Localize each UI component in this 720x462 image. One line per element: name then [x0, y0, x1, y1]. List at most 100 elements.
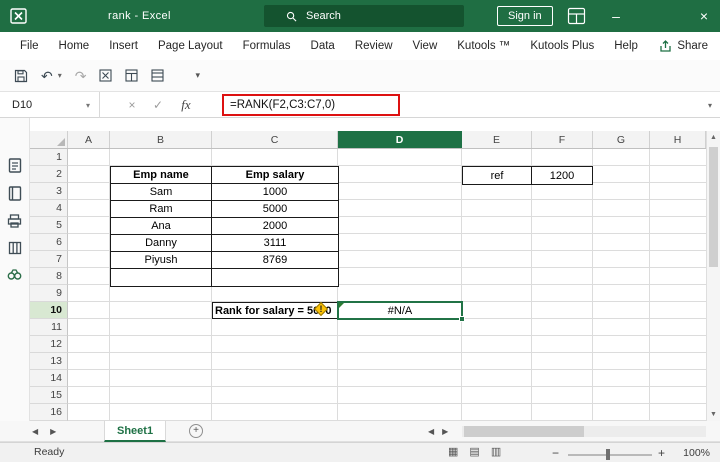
sign-in-button[interactable]: Sign in [497, 6, 553, 26]
redo-icon[interactable]: ↷ [75, 69, 87, 83]
sheet-tab-sheet1[interactable]: Sheet1 [104, 421, 167, 442]
cell-c8[interactable] [212, 269, 338, 286]
page-layout-view-icon[interactable]: ▤ [469, 445, 479, 458]
row-header[interactable]: 3 [30, 183, 68, 200]
column-header-g[interactable]: G [593, 131, 650, 148]
ribbon-tab[interactable]: Insert [99, 32, 148, 60]
scroll-up-icon[interactable]: ▲ [707, 134, 720, 141]
row-header[interactable]: 13 [30, 353, 68, 370]
save-icon[interactable] [14, 69, 28, 83]
column-header-e[interactable]: E [462, 131, 532, 148]
row-header[interactable]: 4 [30, 200, 68, 217]
cell-e2[interactable]: ref [463, 167, 532, 184]
error-checking-icon[interactable]: ! [313, 301, 329, 317]
qat-icon-c[interactable] [151, 69, 165, 82]
page-break-view-icon[interactable]: ▥ [491, 445, 501, 458]
hscroll-left-icon[interactable]: ◀ [428, 427, 434, 436]
column-header-b[interactable]: B [110, 131, 212, 148]
row-header[interactable]: 14 [30, 370, 68, 387]
cell-b8[interactable] [111, 269, 212, 286]
minimize-button[interactable]: – [600, 0, 632, 32]
cell-c4[interactable]: 5000 [212, 201, 338, 218]
ribbon-tab[interactable]: View [403, 32, 448, 60]
ribbon-tab[interactable]: File [10, 32, 49, 60]
vertical-scrollbar-thumb[interactable] [709, 147, 718, 267]
row-header[interactable]: 11 [30, 319, 68, 336]
column-header-d-selected[interactable]: D [338, 131, 462, 148]
name-box[interactable]: D10 [0, 92, 100, 118]
sheet-nav-right-icon[interactable]: ▶ [50, 427, 56, 436]
horizontal-scrollbar[interactable] [462, 426, 706, 437]
zoom-out-icon[interactable]: − [552, 446, 559, 460]
sheet-nav-left-icon[interactable]: ◀ [32, 427, 38, 436]
rail-document-icon[interactable] [8, 158, 22, 173]
row-header[interactable]: 16 [30, 404, 68, 421]
row-header[interactable]: 15 [30, 387, 68, 404]
row-header[interactable]: 12 [30, 336, 68, 353]
selected-cell-d10[interactable]: #N/A [337, 301, 465, 322]
select-all-corner[interactable] [30, 131, 68, 148]
cell-c5[interactable]: 2000 [212, 218, 338, 235]
cell-b6[interactable]: Danny [111, 235, 212, 252]
worksheet-grid[interactable]: Emp name Emp salary Sam 1000 Ram 5000 An… [68, 149, 706, 421]
cell-c3[interactable]: 1000 [212, 184, 338, 201]
column-header-f[interactable]: F [532, 131, 593, 148]
scroll-down-icon[interactable]: ▼ [707, 411, 720, 418]
customize-qat-icon[interactable]: ▾ [195, 70, 200, 81]
cell-b2[interactable]: Emp name [111, 167, 212, 184]
ribbon-tab[interactable]: Review [345, 32, 403, 60]
zoom-slider[interactable] [568, 454, 652, 456]
cell-b3[interactable]: Sam [111, 184, 212, 201]
rail-printer-icon[interactable] [7, 214, 22, 228]
share-button[interactable]: Share [659, 32, 708, 60]
formula-bar-expand-icon[interactable]: ▾ [708, 101, 712, 110]
ribbon-display-options-icon[interactable] [567, 7, 586, 25]
zoom-level[interactable]: 100% [683, 447, 710, 459]
column-header-a[interactable]: A [68, 131, 110, 148]
column-header-c[interactable]: C [212, 131, 338, 148]
row-header[interactable]: 10 [30, 302, 68, 319]
add-sheet-button[interactable]: + [189, 424, 203, 438]
ribbon-tab[interactable]: Kutools Plus [520, 32, 604, 60]
cell-c6[interactable]: 3111 [212, 235, 338, 252]
cell-c2[interactable]: Emp salary [212, 167, 338, 184]
enter-icon[interactable]: ✓ [146, 92, 170, 118]
undo-dropdown-icon[interactable]: ▾ [58, 71, 62, 80]
row-header[interactable]: 6 [30, 234, 68, 251]
cell-f2[interactable]: 1200 [532, 167, 592, 184]
ribbon-tab[interactable]: Help [604, 32, 648, 60]
row-header[interactable]: 7 [30, 251, 68, 268]
zoom-in-icon[interactable]: + [658, 446, 665, 460]
search-input[interactable]: Search [264, 5, 464, 27]
row-header[interactable]: 9 [30, 285, 68, 302]
ribbon-tab[interactable]: Page Layout [148, 32, 233, 60]
rail-binoculars-icon[interactable] [7, 268, 22, 281]
fill-handle[interactable] [459, 316, 465, 322]
row-header[interactable]: 5 [30, 217, 68, 234]
qat-icon-b[interactable] [125, 69, 139, 82]
normal-view-icon[interactable]: ▦ [448, 445, 458, 458]
cell-b5[interactable]: Ana [111, 218, 212, 235]
ribbon-tab[interactable]: Data [301, 32, 345, 60]
ribbon-tab[interactable]: Formulas [233, 32, 301, 60]
undo-icon[interactable]: ↶ [41, 69, 53, 83]
zoom-slider-thumb[interactable] [606, 449, 610, 460]
name-box-dropdown-icon[interactable]: ▾ [86, 101, 90, 110]
cancel-icon[interactable]: × [120, 92, 144, 118]
cell-b7[interactable]: Piyush [111, 252, 212, 269]
rail-columns-icon[interactable] [8, 241, 22, 255]
formula-input[interactable]: =RANK(F2,C3:C7,0) [230, 99, 335, 111]
cell-c7[interactable]: 8769 [212, 252, 338, 269]
cell-b4[interactable]: Ram [111, 201, 212, 218]
hscroll-right-icon[interactable]: ▶ [442, 427, 448, 436]
row-header[interactable]: 2 [30, 166, 68, 183]
qat-icon-a[interactable] [99, 69, 113, 82]
close-button[interactable]: × [688, 0, 720, 32]
column-header-h[interactable]: H [650, 131, 706, 148]
insert-function-icon[interactable]: fx [174, 92, 198, 118]
ribbon-tab[interactable]: Kutools ™ [447, 32, 520, 60]
row-header[interactable]: 8 [30, 268, 68, 285]
rail-workbook-icon[interactable] [8, 186, 22, 201]
row-header[interactable]: 1 [30, 149, 68, 166]
vertical-scrollbar[interactable]: ▲ ▼ [706, 131, 720, 421]
